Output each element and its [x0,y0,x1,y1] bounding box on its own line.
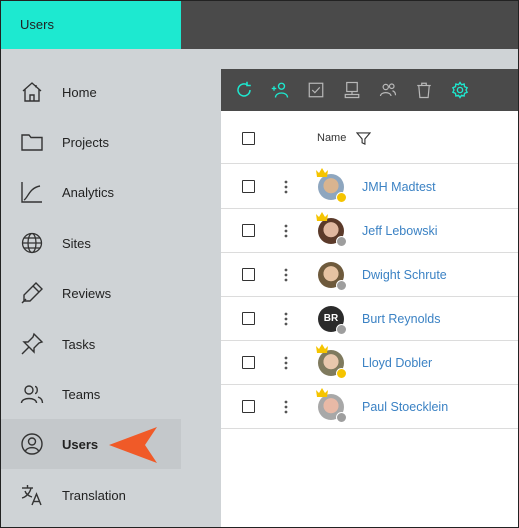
sidebar-item-home[interactable]: Home [1,67,181,117]
select-all-checkbox[interactable] [242,132,255,145]
sidebar-item-label: Translation [62,487,126,503]
table-row[interactable]: Dwight Schrute [221,253,518,297]
sidebar-item-translation[interactable]: Translation [1,470,181,520]
sidebar-item-label: Home [62,84,97,100]
row-menu-icon[interactable] [284,356,288,370]
analytics-icon [20,180,44,204]
row-checkbox[interactable] [242,312,255,325]
pen-icon [20,281,44,305]
checklist-icon[interactable] [307,81,325,99]
sidebar-item-label: Projects [62,134,109,150]
users-panel: Name JMH Madtest Jeff Lebowski Dwight Schr… [221,69,518,527]
user-name-link[interactable]: Burt Reynolds [362,312,441,326]
user-icon [20,432,44,456]
avatar [316,344,347,379]
row-checkbox[interactable] [242,268,255,281]
sidebar-item-tasks[interactable]: Tasks [1,319,181,369]
status-indicator [336,368,347,379]
table-row[interactable]: Jeff Lebowski [221,209,518,253]
sidebar-item-projects[interactable]: Projects [1,117,181,167]
app-window: Users Home Projects Analytics Sites Revi… [0,0,519,528]
trash-icon[interactable] [415,81,433,99]
filter-icon[interactable] [356,131,371,146]
top-bar: Users [1,1,518,49]
teams-icon [20,382,44,406]
refresh-icon[interactable] [235,81,253,99]
folder-icon [20,130,44,154]
sidebar-item-sites[interactable]: Sites [1,218,181,268]
status-indicator [336,324,347,335]
row-checkbox[interactable] [242,356,255,369]
sidebar-item-analytics[interactable]: Analytics [1,167,181,217]
row-menu-icon[interactable] [284,400,288,414]
tab-users[interactable]: Users [1,1,181,49]
user-name-link[interactable]: Paul Stoecklein [362,400,448,414]
sidebar-item-label: Reviews [62,285,112,301]
column-header-name[interactable]: Name [317,132,346,144]
table-row[interactable]: Lloyd Dobler [221,341,518,385]
add-user-icon[interactable] [271,81,289,99]
status-indicator [336,280,347,291]
avatar: BR [318,306,347,335]
sidebar-item-label: Tasks [62,336,96,352]
row-checkbox[interactable] [242,224,255,237]
crown-icon [316,168,328,177]
row-menu-icon[interactable] [284,312,288,326]
toolbar [221,69,518,111]
status-indicator [336,236,347,247]
pin-icon [20,332,44,356]
home-icon [20,80,44,104]
user-name-link[interactable]: Jeff Lebowski [362,224,438,238]
row-menu-icon[interactable] [284,224,288,238]
crown-icon [316,388,328,397]
user-name-link[interactable]: JMH Madtest [362,180,436,194]
user-name-link[interactable]: Dwight Schrute [362,268,447,282]
avatar [318,262,347,291]
users-icon[interactable] [379,81,397,99]
crown-icon [316,344,328,353]
pointer-arrow-icon [109,427,157,463]
row-menu-icon[interactable] [284,268,288,282]
row-checkbox[interactable] [242,180,255,193]
sidebar-item-label: Sites [62,235,91,251]
table-row[interactable]: Paul Stoecklein [221,385,518,429]
globe-icon [20,231,44,255]
avatar [316,388,347,423]
crown-icon [316,212,328,221]
user-name-link[interactable]: Lloyd Dobler [362,356,432,370]
row-menu-icon[interactable] [284,180,288,194]
sidebar-item-reviews[interactable]: Reviews [1,268,181,318]
status-indicator [336,412,347,423]
table-row[interactable]: JMH Madtest [221,165,518,209]
sidebar-item-teams[interactable]: Teams [1,369,181,419]
table-header: Name [221,111,518,164]
table-row[interactable]: BR Burt Reynolds [221,297,518,341]
translate-icon [20,483,44,507]
avatar [316,212,347,247]
sidebar-item-label: Users [62,436,99,452]
sidebar-item-label: Teams [62,386,101,402]
sidebar-item-label: Analytics [62,184,115,200]
status-indicator [336,192,347,203]
row-checkbox[interactable] [242,400,255,413]
computer-icon[interactable] [343,81,361,99]
avatar [316,168,347,203]
settings-icon[interactable] [451,81,469,99]
